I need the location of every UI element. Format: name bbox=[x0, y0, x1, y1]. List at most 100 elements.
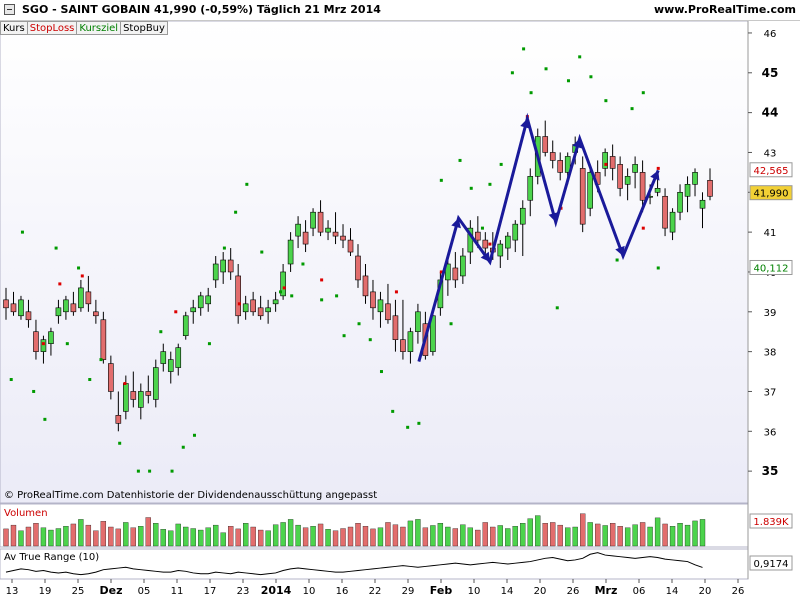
volume-bar bbox=[392, 524, 399, 547]
volume-bar bbox=[452, 528, 459, 547]
site-link[interactable]: www.ProRealTime.com bbox=[654, 3, 796, 16]
stop-dot bbox=[118, 441, 122, 445]
candle-body bbox=[257, 307, 264, 317]
volume-bar bbox=[33, 523, 39, 547]
date-tick-label: 26 bbox=[732, 586, 745, 597]
volume-bar bbox=[595, 523, 601, 547]
stop-dot bbox=[43, 417, 47, 421]
stop-dot bbox=[136, 469, 140, 473]
stop-dot bbox=[9, 378, 13, 382]
volume-bar bbox=[78, 519, 84, 547]
stop-dot-red bbox=[656, 166, 660, 170]
atr-label: Av True Range (10) bbox=[4, 552, 99, 563]
stop-dot bbox=[391, 409, 395, 413]
candle-body bbox=[152, 367, 159, 400]
tab-stoploss[interactable]: StopLoss bbox=[26, 21, 78, 35]
volume-bar bbox=[362, 526, 369, 547]
date-tick-label: 05 bbox=[138, 586, 151, 597]
volume-bar bbox=[123, 522, 129, 547]
date-tick-label: 14 bbox=[666, 586, 679, 597]
stop-dot-red bbox=[320, 278, 324, 282]
minimize-icon[interactable] bbox=[4, 4, 15, 15]
volume-bar bbox=[535, 515, 541, 547]
candle-body bbox=[602, 152, 608, 169]
volume-bar bbox=[497, 525, 503, 547]
stop-dot bbox=[458, 158, 462, 162]
volume-bar bbox=[669, 526, 676, 547]
indicator-tabs: Kurs StopLoss Kursziel StopBuy bbox=[0, 21, 168, 35]
tab-kursziel[interactable]: Kursziel bbox=[76, 21, 122, 35]
stop-dot bbox=[449, 322, 453, 326]
candle-body bbox=[302, 231, 309, 245]
candle-body bbox=[347, 239, 354, 253]
volume-bar bbox=[287, 519, 294, 547]
stop-dot bbox=[630, 107, 634, 111]
candle-body bbox=[392, 315, 399, 340]
volume-bar bbox=[280, 522, 286, 547]
volume-bar bbox=[467, 527, 473, 547]
price-tick-label: 43 bbox=[764, 148, 777, 159]
stop-dot bbox=[555, 306, 559, 310]
volume-bar bbox=[310, 526, 316, 547]
volume-bar bbox=[220, 532, 226, 547]
stop-dot bbox=[357, 322, 361, 326]
price-tick-label: 35 bbox=[762, 464, 779, 478]
stop-dot bbox=[368, 338, 372, 342]
volume-bar bbox=[460, 524, 466, 547]
stop-dot bbox=[290, 294, 294, 298]
candle-body bbox=[549, 152, 556, 161]
stop-dot bbox=[615, 258, 619, 262]
volume-bar bbox=[385, 522, 391, 547]
volume-bar bbox=[422, 527, 429, 547]
volume-bar bbox=[624, 527, 631, 547]
tab-kurs[interactable]: Kurs bbox=[0, 21, 28, 35]
date-tick-label: 29 bbox=[402, 586, 415, 597]
candle-body bbox=[235, 275, 241, 317]
candle-body bbox=[78, 287, 84, 309]
candle-body bbox=[527, 176, 534, 201]
volume-bar bbox=[235, 528, 241, 547]
candle-body bbox=[699, 199, 706, 209]
volume-bar bbox=[542, 523, 548, 547]
volume-bar bbox=[93, 530, 99, 547]
volume-bar bbox=[265, 530, 271, 547]
candle-body bbox=[632, 164, 638, 173]
volume-bar bbox=[295, 524, 301, 547]
atr-panel bbox=[0, 548, 749, 580]
candle-body bbox=[93, 311, 99, 317]
volume-bar bbox=[175, 523, 181, 547]
candle-body bbox=[40, 339, 47, 352]
price-value-label: 42,565 bbox=[754, 166, 789, 177]
title-bar: SGO - SAINT GOBAIN 41,990 (-0,59%) Tägli… bbox=[0, 0, 800, 21]
candle-body bbox=[182, 315, 189, 336]
stop-dot bbox=[88, 378, 92, 382]
candle-body bbox=[317, 211, 324, 233]
candle-body bbox=[362, 275, 369, 297]
candle-body bbox=[482, 239, 489, 249]
volume-bar bbox=[115, 528, 121, 547]
date-tick-label: 2014 bbox=[261, 584, 292, 597]
tab-stopbuy[interactable]: StopBuy bbox=[120, 21, 168, 35]
volume-bar bbox=[205, 527, 211, 547]
stop-dot bbox=[641, 91, 645, 95]
candle-body bbox=[707, 180, 713, 197]
volume-bar bbox=[160, 529, 166, 547]
stop-dot bbox=[544, 67, 548, 71]
candle-body bbox=[557, 160, 564, 173]
volume-bar bbox=[490, 526, 496, 547]
volume-bar bbox=[677, 523, 683, 547]
price-tick-label: 37 bbox=[764, 387, 777, 398]
volume-bar bbox=[482, 522, 488, 547]
volume-bar bbox=[145, 517, 151, 547]
volume-bar bbox=[370, 528, 376, 547]
stop-dot bbox=[342, 334, 346, 338]
candle-body bbox=[415, 311, 421, 333]
stop-dot bbox=[320, 298, 324, 302]
stop-dot bbox=[148, 469, 152, 473]
volume-bar bbox=[25, 526, 32, 547]
date-tick-label: 17 bbox=[204, 586, 217, 597]
volume-bar bbox=[684, 524, 691, 547]
candle-body bbox=[400, 339, 406, 352]
volume-bar bbox=[617, 526, 623, 547]
candle-body bbox=[115, 415, 122, 424]
